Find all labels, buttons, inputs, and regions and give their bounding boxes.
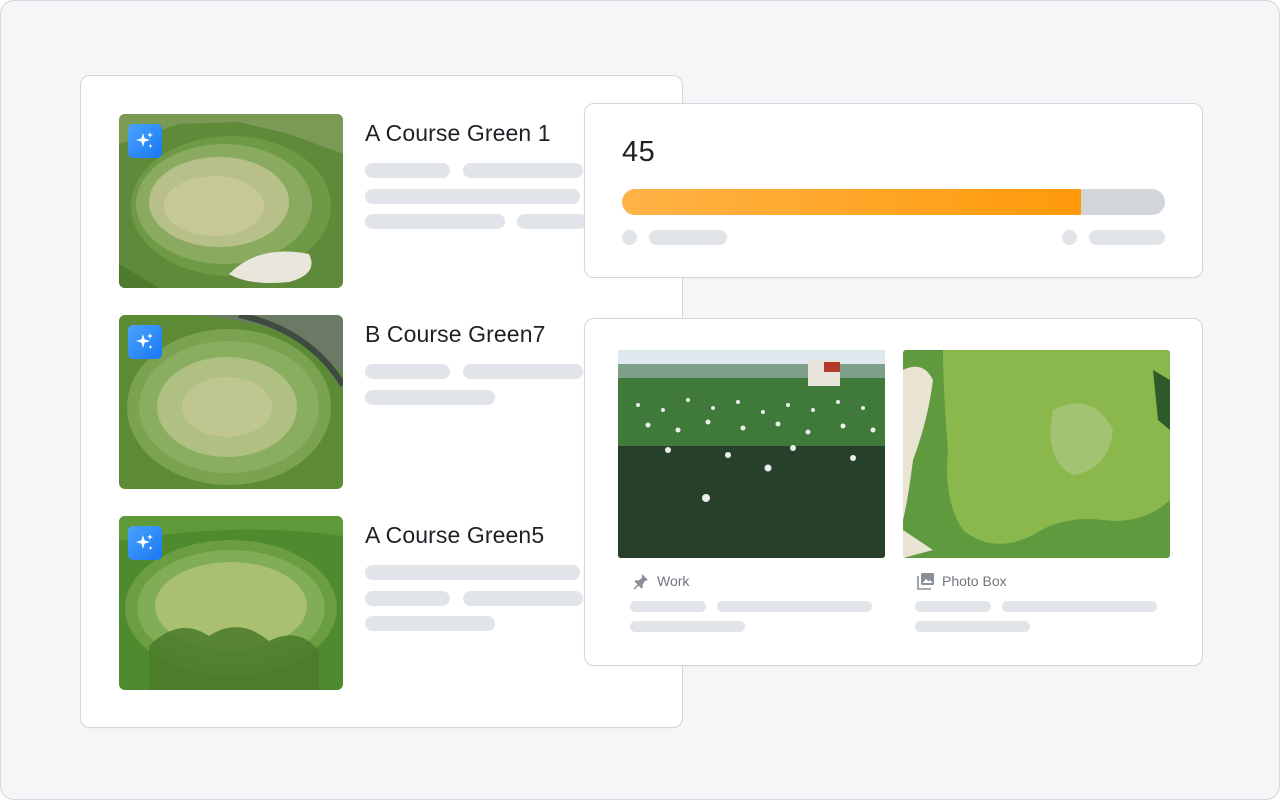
skeleton-line <box>915 601 991 612</box>
driving-range-photo[interactable] <box>618 350 885 558</box>
media-tile-work[interactable]: Work <box>618 350 885 632</box>
course-title: A Course Green5 <box>365 522 545 548</box>
skeleton-line <box>630 621 745 632</box>
course-title: A Course Green 1 <box>365 120 551 146</box>
sparkles-icon <box>135 131 155 151</box>
ai-badge <box>128 124 162 158</box>
media-label: Work <box>632 572 689 590</box>
skeleton-line <box>365 163 450 178</box>
media-card: Work Photo Box <box>584 318 1203 666</box>
skeleton-line <box>463 591 583 606</box>
skeleton-line <box>365 189 580 204</box>
progress-fill <box>622 189 1081 215</box>
putting-green-photo[interactable] <box>903 350 1170 558</box>
skeleton-line <box>517 214 587 229</box>
course-title: B Course Green7 <box>365 321 546 347</box>
skeleton-line <box>463 364 583 379</box>
app-frame: A Course Green 1 B Course Green7 A Cours… <box>0 0 1280 800</box>
skeleton-line <box>649 230 727 245</box>
course-thumbnail[interactable] <box>119 516 343 690</box>
media-tile-photo-box[interactable]: Photo Box <box>903 350 1170 632</box>
skeleton-line <box>630 601 706 612</box>
sparkles-icon <box>135 332 155 352</box>
skeleton-line <box>1089 230 1165 245</box>
photo-icon <box>917 572 935 590</box>
ai-badge <box>128 325 162 359</box>
skeleton-line <box>365 565 580 580</box>
skeleton-dot <box>1062 230 1077 245</box>
skeleton-line <box>1002 601 1157 612</box>
skeleton-line <box>365 214 505 229</box>
progress-card: 45 <box>584 103 1203 278</box>
skeleton-dot <box>622 230 637 245</box>
media-label: Photo Box <box>917 572 1007 590</box>
skeleton-line <box>365 616 495 631</box>
skeleton-line <box>365 390 495 405</box>
skeleton-line <box>717 601 872 612</box>
progress-bar <box>622 189 1165 215</box>
sparkles-icon <box>135 533 155 553</box>
progress-value: 45 <box>622 136 656 168</box>
skeleton-line <box>365 591 450 606</box>
pin-icon <box>632 572 650 590</box>
course-thumbnail[interactable] <box>119 114 343 288</box>
skeleton-line <box>915 621 1030 632</box>
course-thumbnail[interactable] <box>119 315 343 489</box>
ai-badge <box>128 526 162 560</box>
skeleton-line <box>463 163 583 178</box>
skeleton-line <box>365 364 450 379</box>
